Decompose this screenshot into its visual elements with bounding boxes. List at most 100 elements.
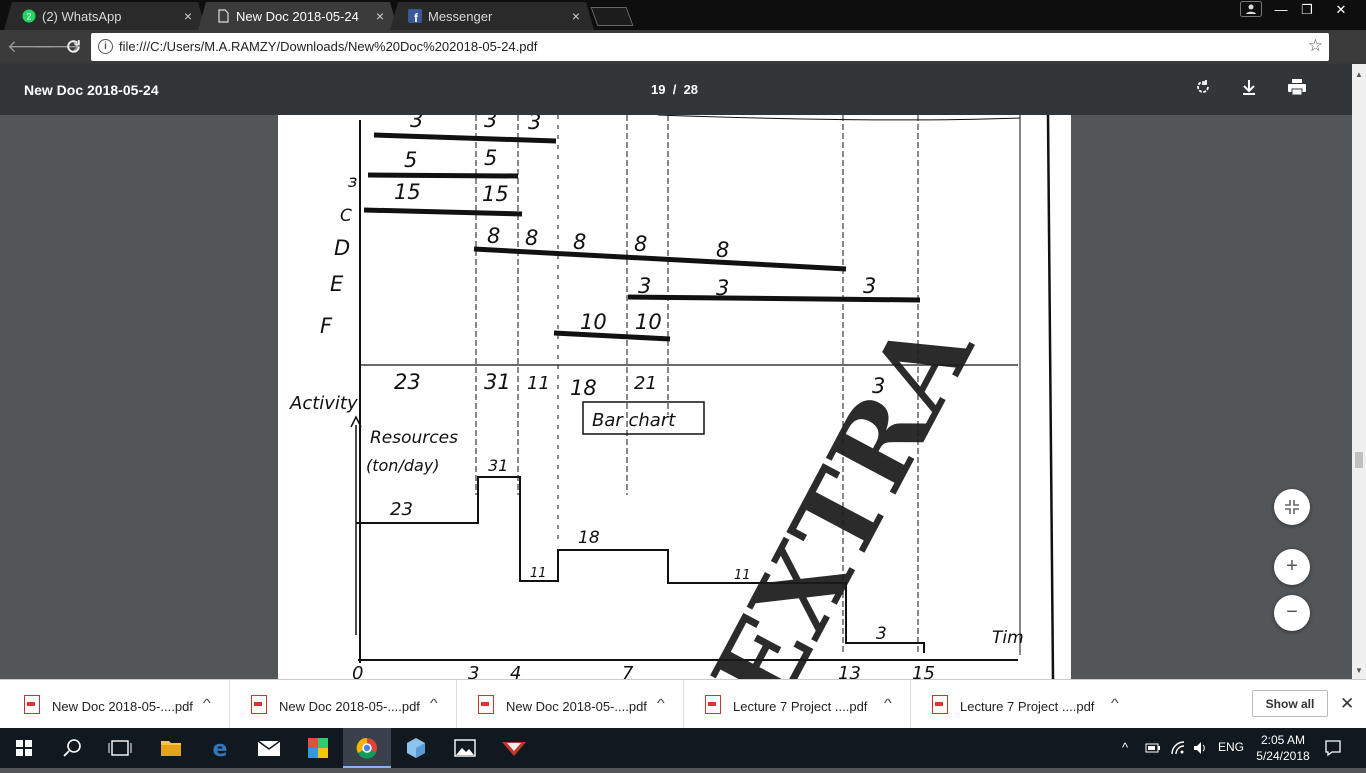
back-button[interactable]: 🡐 [7, 36, 53, 58]
scan-e-value: 3 [863, 274, 876, 298]
scan-e-value: 3 [638, 274, 651, 298]
task-view-button[interactable] [96, 728, 144, 768]
taskbar: e ^ ENG 2:05 AM 5/24/2018 [0, 728, 1366, 768]
scan-row-value: 15 [394, 180, 421, 204]
scan-f-value: 10 [580, 310, 607, 334]
new-tab-button[interactable] [590, 7, 634, 26]
chevron-up-icon[interactable]: ^ [203, 696, 211, 710]
scan-row-label: F [320, 314, 333, 338]
scan-hist-value: 23 [390, 499, 413, 520]
vertical-scrollbar[interactable]: ▲ ▼ [1352, 64, 1366, 679]
file-explorer-taskbar[interactable] [147, 728, 195, 768]
tab-messenger[interactable]: f Messenger × [390, 2, 594, 30]
facebook-icon: f [408, 9, 422, 23]
reload-icon[interactable] [65, 38, 82, 55]
task-view-icon [108, 740, 132, 756]
scan-hist-value: 18 [578, 528, 600, 548]
battery-icon[interactable] [1145, 741, 1161, 755]
chevron-up-icon[interactable]: ^ [657, 696, 665, 710]
scan-row-label: E [330, 272, 344, 296]
scan-hist-value: 31 [488, 456, 508, 475]
tray-expand-icon[interactable]: ^ [1122, 740, 1128, 755]
print-icon[interactable] [1286, 78, 1308, 100]
pdf-file-icon [932, 695, 948, 714]
info-icon[interactable]: i [98, 39, 113, 54]
scan-bar-chart-label: Bar chart [592, 410, 676, 431]
tab-close-button[interactable]: × [572, 8, 580, 24]
download-item[interactable]: New Doc 2018-05-....pdf ^ [4, 680, 230, 729]
clock[interactable]: 2:05 AM 5/24/2018 [1247, 732, 1319, 764]
download-filename[interactable]: New Doc 2018-05-....pdf [52, 699, 193, 714]
close-shelf-button[interactable]: ✕ [1340, 694, 1354, 714]
chevron-up-icon[interactable]: ^ [430, 696, 438, 710]
page-total: 28 [683, 82, 699, 97]
folder-icon [161, 741, 181, 756]
pdf-file-icon [251, 695, 267, 714]
download-icon[interactable] [1238, 78, 1260, 100]
start-button[interactable] [0, 728, 48, 768]
chrome-taskbar[interactable] [343, 728, 391, 768]
scrollbar-thumb[interactable] [1355, 452, 1363, 468]
zoom-out-button[interactable]: − [1274, 595, 1310, 631]
clock-time: 2:05 AM [1260, 733, 1306, 747]
scroll-up-arrow-icon[interactable]: ▲ [1355, 70, 1363, 79]
language-indicator[interactable]: ENG [1218, 740, 1244, 754]
scan-hist-value: 11 [530, 566, 547, 581]
tab-close-button[interactable]: × [184, 8, 192, 24]
download-filename[interactable]: New Doc 2018-05-....pdf [279, 699, 420, 714]
url-text[interactable]: file:///C:/Users/M.A.RAMZY/Downloads/New… [119, 39, 537, 54]
office-taskbar[interactable] [294, 728, 342, 768]
restore-button[interactable]: ❐ [1292, 0, 1322, 22]
action-center-icon[interactable] [1324, 739, 1342, 757]
rotate-icon[interactable] [1192, 78, 1214, 100]
fit-page-button[interactable] [1274, 489, 1310, 525]
profile-icon[interactable] [1240, 1, 1262, 17]
download-filename[interactable]: Lecture 7 Project ....pdf [733, 699, 867, 714]
scroll-down-arrow-icon[interactable]: ▼ [1355, 666, 1363, 675]
app-3d-taskbar[interactable] [392, 728, 440, 768]
scan-axis-tick: 7 [622, 663, 634, 679]
scan-row-label: D [334, 236, 350, 260]
address-bar[interactable]: i file:///C:/Users/M.A.RAMZY/Downloads/N… [91, 33, 1329, 61]
wifi-icon[interactable] [1170, 740, 1186, 756]
download-shelf: New Doc 2018-05-....pdf ^ New Doc 2018-0… [0, 679, 1366, 729]
download-item[interactable]: Lecture 7 Project ....pdf ^ [685, 680, 911, 729]
scan-row-value: 15 [482, 182, 509, 206]
tab-whatsapp[interactable]: 2 (2) WhatsApp × [4, 2, 206, 30]
scan-d-value: 8 [487, 224, 500, 248]
scan-row-value: 3 [410, 115, 423, 132]
pdf-viewport[interactable]: 3 3 3 5 5 15 15 ɜ C D E F 8 8 8 8 8 3 3 … [0, 115, 1352, 679]
show-all-button[interactable]: Show all [1252, 690, 1328, 717]
tab-title: New Doc 2018-05-24 [236, 8, 359, 24]
tab-title: Messenger [428, 8, 493, 24]
office-icon [308, 738, 328, 758]
mail-taskbar[interactable] [245, 728, 293, 768]
forward-button[interactable]: 🡒 [35, 36, 81, 58]
scan-d-value: 8 [716, 238, 729, 262]
download-filename[interactable]: New Doc 2018-05-....pdf [506, 699, 647, 714]
tab-close-button[interactable]: × [376, 8, 384, 24]
chevron-up-icon[interactable]: ^ [1111, 696, 1119, 710]
download-item[interactable]: New Doc 2018-05-....pdf ^ [231, 680, 457, 729]
tab-title: (2) WhatsApp [42, 8, 122, 24]
search-button[interactable] [48, 728, 96, 768]
tab-new-doc[interactable]: New Doc 2018-05-24 × [198, 2, 398, 30]
scan-axis-tick: 15 [912, 663, 935, 679]
scan-row-label: C [340, 206, 352, 226]
download-item[interactable]: Lecture 7 Project ....pdf ^ [912, 680, 1138, 729]
download-item[interactable]: New Doc 2018-05-....pdf ^ [458, 680, 684, 729]
page-current[interactable]: 19 [651, 82, 665, 97]
browser-toolbar: 🡐 🡒 i file:///C:/Users/M.A.RAMZY/Downloa… [0, 30, 1366, 89]
close-window-button[interactable]: ✕ [1326, 0, 1356, 22]
chevron-up-icon[interactable]: ^ [884, 696, 892, 710]
zoom-in-button[interactable]: + [1274, 549, 1310, 585]
scan-hist-value: 3 [876, 624, 887, 644]
edge-taskbar[interactable]: e [196, 728, 244, 768]
app-taskbar[interactable] [490, 728, 538, 768]
photos-taskbar[interactable] [441, 728, 489, 768]
download-filename[interactable]: Lecture 7 Project ....pdf [960, 699, 1094, 714]
scan-total: 11 [527, 373, 550, 394]
bookmark-star-icon[interactable]: ☆ [1308, 36, 1323, 56]
volume-icon[interactable] [1192, 740, 1208, 756]
scan-e-value: 3 [716, 276, 729, 300]
